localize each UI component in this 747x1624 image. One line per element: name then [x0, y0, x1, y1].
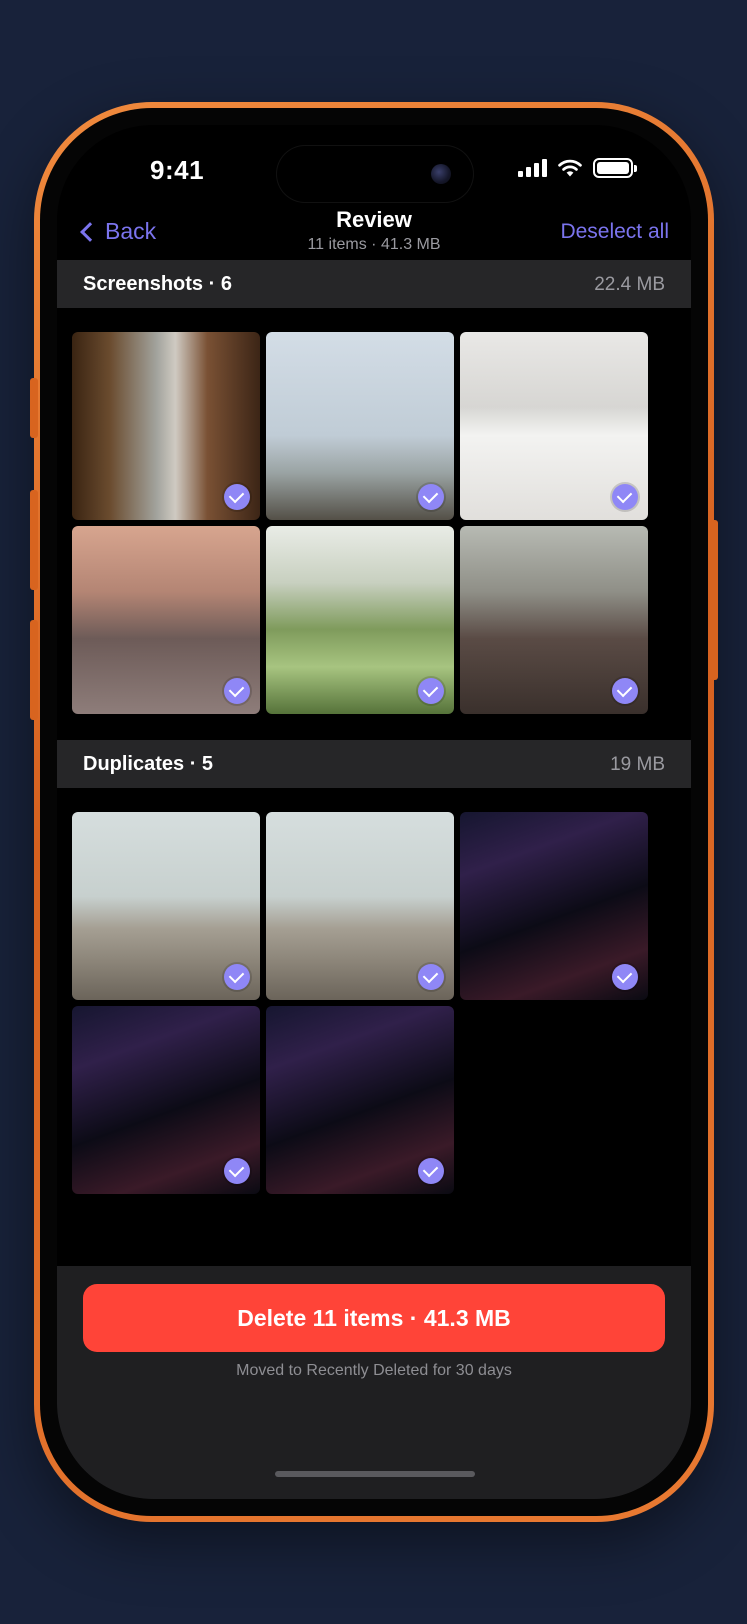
checkmark-icon[interactable] — [224, 678, 250, 704]
photo-thumbnail[interactable] — [266, 526, 454, 714]
checkmark-icon[interactable] — [224, 1158, 250, 1184]
photo-thumbnail[interactable] — [460, 812, 648, 1000]
photo-thumbnail[interactable] — [460, 526, 648, 714]
section-header-screenshots: Screenshots · 6 22.4 MB — [57, 260, 691, 308]
section-size: 19 MB — [610, 754, 665, 775]
checkmark-icon[interactable] — [224, 964, 250, 990]
checkmark-icon[interactable] — [418, 678, 444, 704]
action-button — [30, 378, 38, 438]
volume-up-button — [30, 490, 38, 590]
status-icons — [518, 158, 637, 178]
photo-thumbnail[interactable] — [72, 812, 260, 1000]
bottom-action-bar: Delete 11 items · 41.3 MB Moved to Recen… — [57, 1266, 691, 1499]
section-title: Duplicates · 5 — [83, 753, 214, 775]
checkmark-icon[interactable] — [612, 964, 638, 990]
section-title: Screenshots · 6 — [83, 273, 232, 295]
photo-thumbnail[interactable] — [72, 526, 260, 714]
delete-hint: Moved to Recently Deleted for 30 days — [236, 1362, 512, 1379]
power-button — [710, 520, 718, 680]
dynamic-island — [277, 146, 473, 202]
photo-thumbnail[interactable] — [266, 332, 454, 520]
status-time: 9:41 — [150, 155, 205, 185]
nav-bar: Back Review 11 items · 41.3 MB Deselect … — [57, 205, 691, 261]
checkmark-icon[interactable] — [418, 964, 444, 990]
photo-thumbnail[interactable] — [266, 812, 454, 1000]
cellular-signal-icon — [518, 159, 547, 177]
section-header-duplicates: Duplicates · 5 19 MB — [57, 740, 691, 788]
checkmark-icon[interactable] — [224, 484, 250, 510]
checkmark-icon[interactable] — [418, 1158, 444, 1184]
photo-thumbnail[interactable] — [72, 1006, 260, 1194]
volume-down-button — [30, 620, 38, 720]
checkmark-icon[interactable] — [418, 484, 444, 510]
checkmark-icon[interactable] — [612, 484, 638, 510]
screen: 9:41 Back Review 11 items · 41.3 MB Dese… — [57, 125, 691, 1499]
status-bar: 9:41 — [57, 125, 691, 215]
photo-thumbnail[interactable] — [72, 332, 260, 520]
front-camera-icon — [431, 164, 451, 184]
checkmark-icon[interactable] — [612, 678, 638, 704]
photo-thumbnail[interactable] — [266, 1006, 454, 1194]
wifi-icon — [558, 159, 582, 177]
battery-icon — [593, 158, 637, 178]
home-indicator[interactable] — [275, 1471, 475, 1477]
deselect-all-button[interactable]: Deselect all — [560, 220, 669, 244]
delete-button[interactable]: Delete 11 items · 41.3 MB — [83, 1284, 665, 1352]
section-size: 22.4 MB — [594, 274, 665, 295]
photo-thumbnail[interactable] — [460, 332, 648, 520]
